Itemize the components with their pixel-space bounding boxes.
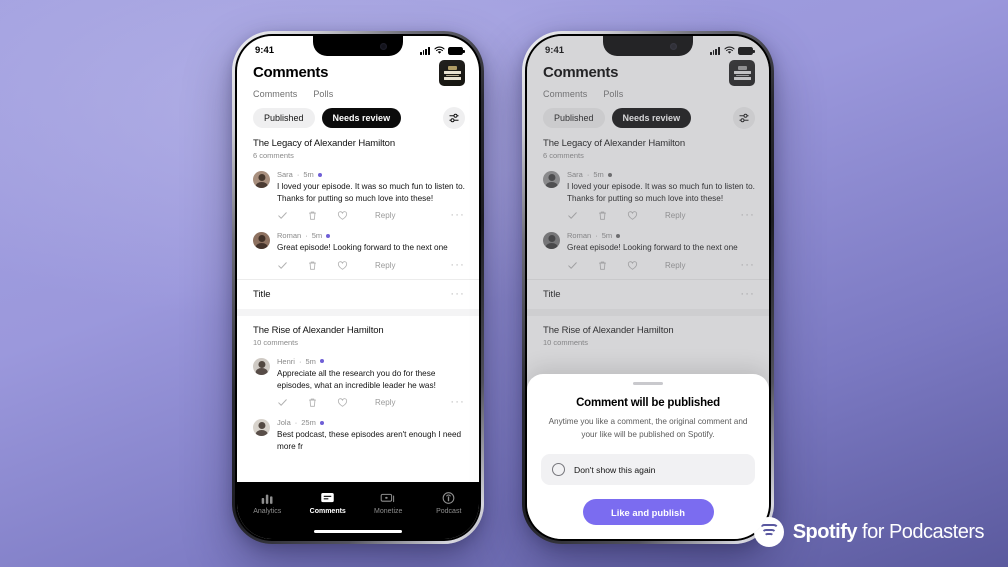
approve-button[interactable] (277, 397, 307, 408)
comment-actions: Reply ··· (237, 391, 479, 414)
phone-screen-left: 9:41 Comments Comments Polls Published N… (237, 36, 479, 539)
comment-time: 25m (301, 418, 316, 428)
comment-time: 5m (303, 170, 314, 179)
phone-mockup-right: 9:41 Comments Comments Polls Published N… (522, 31, 774, 544)
unread-dot-icon (317, 172, 322, 177)
nav-label: Analytics (253, 508, 282, 515)
comment-author: Roman (277, 231, 302, 241)
nav-item-comments[interactable]: Comments (300, 490, 356, 515)
tab-comments[interactable]: Comments (253, 89, 297, 99)
comment-item[interactable]: Jola · 25m Best podcast, these episodes … (237, 414, 479, 452)
episode-comment-count: 10 comments (253, 337, 299, 347)
title-row-more-button[interactable]: ··· (450, 288, 465, 300)
comment-author: Jola (277, 418, 291, 428)
comment-text: Appreciate all the research you do for t… (277, 368, 436, 390)
notch (313, 36, 403, 56)
comment-more-button[interactable]: ··· (450, 210, 465, 221)
comment-item[interactable]: Roman · 5m Great episode! Looking forwar… (237, 227, 479, 254)
delete-button[interactable] (307, 210, 337, 221)
episode-header: The Rise of Alexander Hamilton 10 commen… (237, 316, 479, 353)
avatar (253, 419, 270, 437)
delete-button[interactable] (307, 260, 337, 271)
avatar (253, 232, 270, 250)
approve-button[interactable] (277, 260, 307, 271)
episode-artwork[interactable] (439, 60, 465, 86)
modal-title: Comment will be published (576, 397, 720, 410)
comment-time: 5m (305, 356, 316, 366)
avatar (253, 357, 270, 375)
cellular-bars-icon (419, 47, 430, 55)
nav-label: Comments (309, 508, 346, 515)
comment-text: I loved your episode. It was so much fun… (277, 182, 465, 203)
brand-text: Spotify for Podcasters (792, 520, 985, 544)
dont-show-again-row[interactable]: Don't show this again (541, 454, 755, 485)
home-indicator (314, 529, 402, 533)
comment-text: Best podcast, these episodes aren't enou… (277, 430, 462, 451)
comment-actions: Reply ··· (237, 204, 479, 227)
delete-button[interactable] (307, 397, 337, 408)
status-time: 9:41 (255, 44, 275, 56)
like-and-publish-button[interactable]: Like and publish (582, 499, 714, 525)
unread-dot-icon (326, 233, 331, 238)
nav-item-analytics[interactable]: Analytics (239, 490, 295, 515)
brand-name: Spotify (792, 520, 858, 543)
avatar (253, 171, 270, 188)
comment-text: Great episode! Looking forward to the ne… (277, 243, 448, 253)
comment-actions: Reply ··· (237, 254, 479, 277)
phone-bezel: 9:41 Comments Comments Polls Published N… (235, 34, 481, 541)
episode-comment-count: 6 comments (253, 151, 294, 160)
tab-polls[interactable]: Polls (313, 89, 333, 99)
reply-button[interactable]: Reply (375, 398, 395, 407)
comments-feed: The Legacy of Alexander Hamilton 6 comme… (237, 138, 479, 452)
comment-more-button[interactable]: ··· (450, 259, 465, 271)
brand-lockup: Spotify for Podcasters (753, 517, 985, 547)
sliders-filter-icon[interactable] (443, 107, 465, 129)
episode-title: The Legacy of Alexander Hamilton (253, 138, 396, 149)
battery-full-icon (448, 46, 465, 55)
phone-mockup-left: 9:41 Comments Comments Polls Published N… (232, 31, 484, 544)
nav-item-monetize[interactable]: Monetize (360, 490, 416, 515)
unread-dot-icon (319, 359, 324, 364)
comment-author: Sara (277, 170, 293, 179)
comment-more-button[interactable]: ··· (450, 397, 465, 408)
reply-button[interactable]: Reply (375, 211, 395, 220)
bar-chart-icon (260, 490, 275, 505)
nav-label: Podcast (436, 508, 462, 515)
wifi-icon (433, 46, 445, 54)
phone-bezel: 9:41 Comments Comments Polls Published N… (525, 34, 771, 541)
phone-screen-right: 9:41 Comments Comments Polls Published N… (527, 36, 769, 539)
episode-header: The Legacy of Alexander Hamilton 6 comme… (237, 138, 479, 166)
comment-time: 5m (311, 231, 323, 241)
unread-dot-icon (319, 420, 324, 425)
background-sheen (0, 0, 1008, 567)
comment-item[interactable]: Henri · 5m Appreciate all the research y… (237, 353, 479, 391)
filter-pill-needs-review[interactable]: Needs review (321, 108, 402, 128)
approve-button[interactable] (277, 210, 307, 221)
like-button[interactable] (337, 260, 367, 271)
app-header: Comments (237, 60, 479, 86)
checkbox-unchecked-icon[interactable] (552, 463, 565, 476)
sheet-drag-handle[interactable] (633, 382, 663, 386)
like-button[interactable] (337, 210, 367, 221)
money-icon (380, 490, 396, 505)
microphone-icon (441, 490, 456, 505)
comment-author: Henri (277, 356, 295, 366)
page-title: Comments (253, 64, 329, 81)
publish-confirmation-modal: Comment will be published Anytime you li… (527, 374, 769, 539)
checkbox-label: Don't show this again (574, 464, 656, 475)
section-separator (237, 308, 479, 316)
comment-item[interactable]: Sara · 5m I loved your episode. It was s… (237, 166, 479, 204)
nav-item-podcast[interactable]: Podcast (421, 490, 477, 515)
like-button[interactable] (337, 397, 367, 408)
nav-label: Monetize (374, 508, 403, 515)
reply-button[interactable]: Reply (375, 261, 395, 270)
filter-bar: Published Needs review (237, 99, 479, 129)
filter-pill-published[interactable]: Published (253, 108, 315, 128)
comment-bubble-icon (320, 490, 335, 505)
title-row-label: Title (253, 288, 271, 300)
brand-suffix: for Podcasters (856, 520, 984, 543)
episode-title: The Rise of Alexander Hamilton (253, 324, 384, 336)
modal-description: Anytime you like a comment, the original… (548, 417, 748, 439)
title-row[interactable]: Title ··· (237, 280, 479, 309)
